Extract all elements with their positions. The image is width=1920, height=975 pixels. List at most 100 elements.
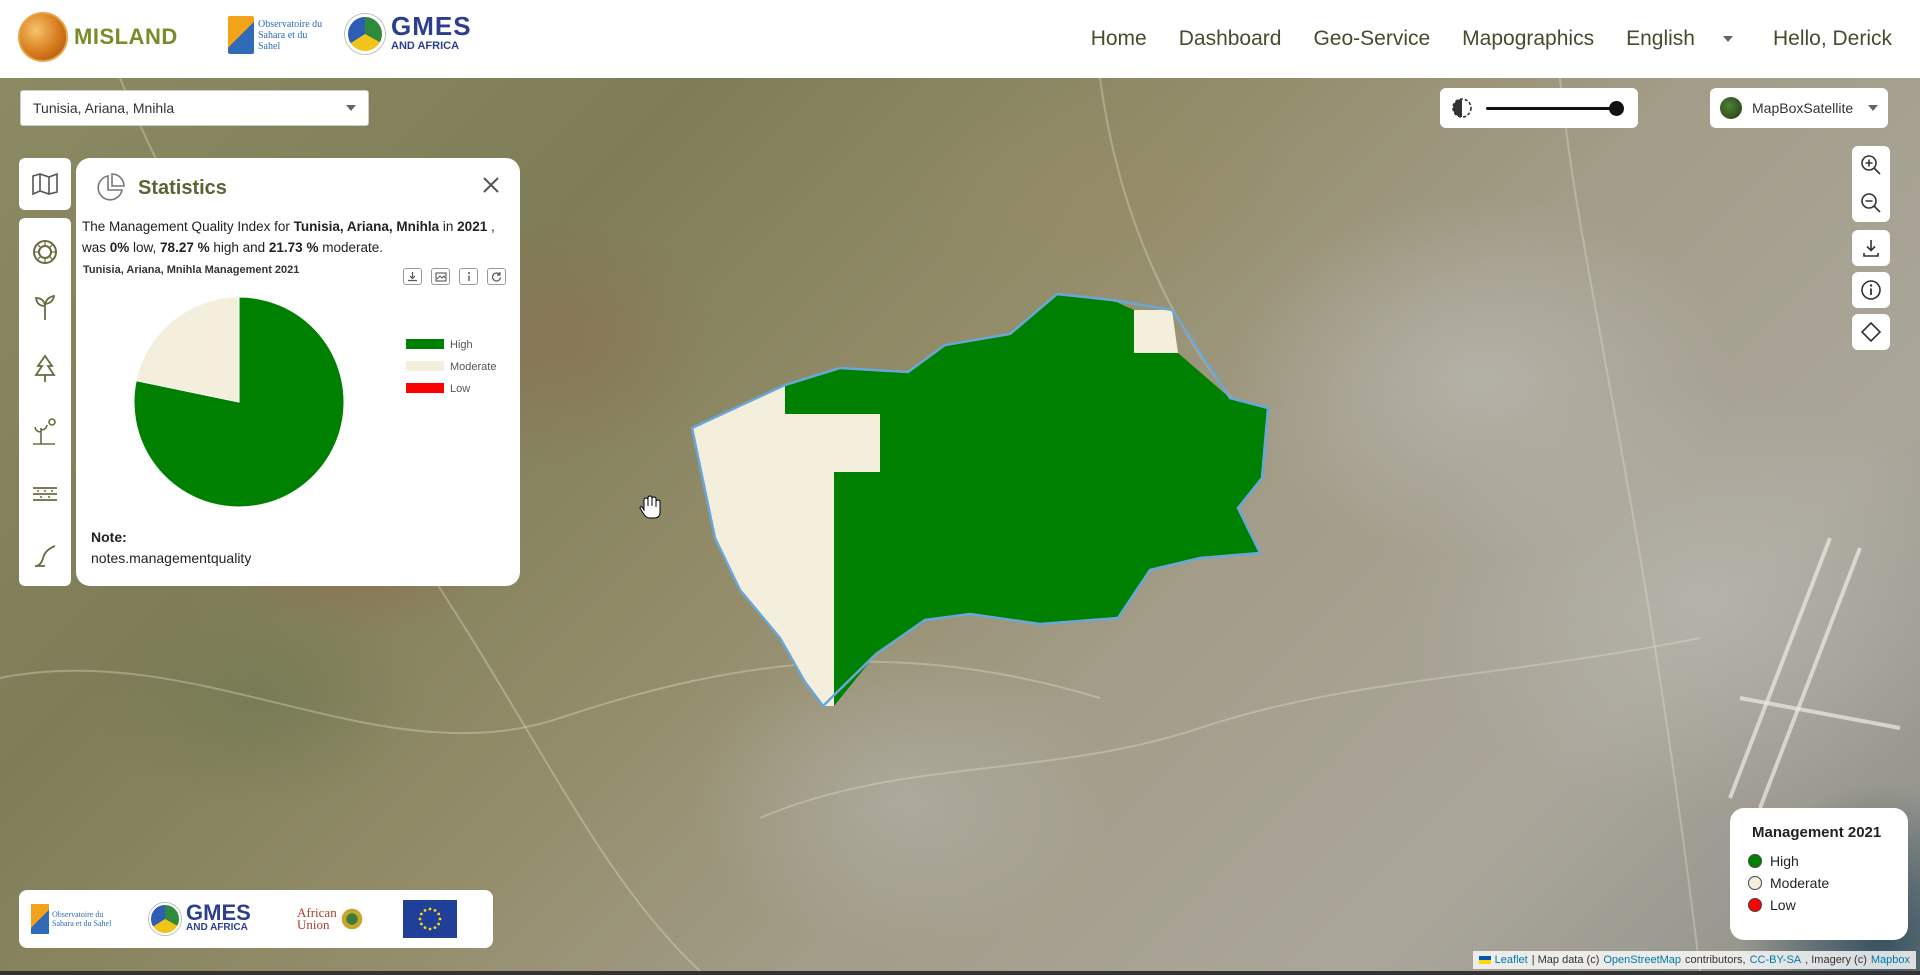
tree-icon <box>34 354 56 383</box>
vegetation-button[interactable] <box>25 276 65 338</box>
eu-star <box>437 922 441 926</box>
zoom-in-button[interactable] <box>1852 146 1890 184</box>
zoom-in-icon <box>1861 155 1881 175</box>
close-icon <box>483 177 499 193</box>
eu-star <box>419 922 423 926</box>
airport-runways <box>1728 537 1901 809</box>
user-greeting[interactable]: Hello, Derick <box>1757 27 1892 51</box>
eu-star <box>419 912 423 916</box>
map-layer-button[interactable] <box>25 158 65 210</box>
oss-logo-text: Observatoire du Sahara et du Sahel <box>258 18 323 52</box>
erosion-button[interactable] <box>25 524 65 586</box>
nav-home[interactable]: Home <box>1075 27 1163 51</box>
nav-dashboard[interactable]: Dashboard <box>1163 27 1298 51</box>
zoom-control <box>1852 146 1890 222</box>
chart-legend-swatch-low <box>406 383 444 393</box>
climate-button[interactable] <box>25 228 65 276</box>
osm-link[interactable]: OpenStreetMap <box>1603 954 1681 966</box>
eu-star <box>437 912 441 916</box>
refresh-icon <box>492 272 502 282</box>
note-label: Note: <box>91 529 127 545</box>
chevron-down-icon <box>1722 36 1733 42</box>
chart-legend-swatch-high <box>406 339 444 349</box>
statistics-panel: Statistics The Management Quality Index … <box>76 158 520 586</box>
region-moderate-patch[interactable] <box>1134 310 1178 353</box>
map-layers-toolbar <box>19 158 71 210</box>
chart-image-button[interactable] <box>431 268 450 285</box>
ukraine-flag-icon <box>1478 956 1491 964</box>
mapbox-link[interactable]: Mapbox <box>1871 954 1910 966</box>
weather-button[interactable] <box>25 400 65 462</box>
contrast-slider-handle[interactable] <box>1609 100 1624 116</box>
zoom-out-button[interactable] <box>1852 184 1890 222</box>
language-select[interactable]: English <box>1610 27 1749 51</box>
oss-partner-logo: Observatoire du Sahara et du Sahel <box>31 904 141 934</box>
basemap-value: MapBoxSatellite <box>1752 100 1854 116</box>
download-icon <box>408 272 417 282</box>
chart-legend-label-low[interactable]: Low <box>450 383 470 395</box>
download-map-button[interactable] <box>1852 230 1890 266</box>
main-nav: Home Dashboard Geo-Service Mapographics … <box>1075 0 1892 78</box>
eu-star <box>433 908 437 912</box>
statistics-summary: The Management Quality Index for Tunisia… <box>82 219 495 255</box>
info-icon <box>467 272 470 281</box>
info-icon <box>1861 280 1881 300</box>
map-legend: Management 2021 High Moderate Low <box>1730 808 1908 940</box>
location-select-value: Tunisia, Ariana, Mnihla <box>33 100 175 116</box>
chart-download-button[interactable] <box>403 268 422 285</box>
nav-geo-service[interactable]: Geo-Service <box>1297 27 1446 51</box>
statistics-title: Statistics <box>138 176 227 199</box>
management-region[interactable] <box>690 292 1270 708</box>
map-info-button[interactable] <box>1852 272 1890 308</box>
hand-cursor-icon <box>639 495 661 519</box>
chart-refresh-button[interactable] <box>487 268 506 285</box>
polygon-icon <box>1860 321 1882 343</box>
chart-title: Tunisia, Ariana, Mnihla Management 2021 <box>83 264 300 276</box>
legend-swatch <box>1748 876 1762 890</box>
african-union-logo: African Union <box>297 906 393 932</box>
region-high-area[interactable] <box>785 294 1268 706</box>
layers-icon <box>33 487 57 501</box>
leaflet-link[interactable]: Leaflet <box>1495 954 1528 966</box>
soil-button[interactable] <box>25 462 65 524</box>
misland-logo[interactable]: MISLAND <box>18 12 178 62</box>
oss-logo: Observatoire du Sahara et du Sahel <box>228 16 328 54</box>
map-bottom-strip <box>0 971 1920 975</box>
forest-button[interactable] <box>25 338 65 400</box>
gmes-logo-big: GMES <box>391 10 472 41</box>
sun-icon <box>33 240 57 265</box>
legend-item-low: Low <box>1748 897 1898 913</box>
gmes-partner-logo: GMES AND AFRICA <box>149 902 289 935</box>
summary-year: 2021 <box>457 219 488 234</box>
eu-stars-icon <box>418 907 442 931</box>
summary-high: 78.27 % <box>160 240 210 255</box>
map-icon <box>32 172 58 196</box>
basemap-select[interactable]: MapBoxSatellite <box>1710 88 1888 128</box>
chart-legend-label-moderate[interactable]: Moderate <box>450 361 496 373</box>
nav-mapographics[interactable]: Mapographics <box>1446 27 1610 51</box>
close-statistics-button[interactable] <box>482 176 500 199</box>
eu-star <box>428 907 432 911</box>
misland-globe-icon <box>18 12 68 62</box>
zoom-out-icon <box>1861 193 1881 213</box>
location-select[interactable]: Tunisia, Ariana, Mnihla <box>20 90 369 126</box>
contrast-slider[interactable] <box>1486 100 1624 116</box>
license-link[interactable]: CC-BY-SA <box>1750 954 1802 966</box>
eu-star <box>423 908 427 912</box>
gmes-logo: GMES AND AFRICA <box>345 10 472 54</box>
oss-mark-icon <box>31 904 49 934</box>
summary-moderate: 21.73 % <box>268 240 319 255</box>
chevron-down-icon <box>346 105 356 111</box>
indicators-toolbar <box>19 218 71 586</box>
gmes-logo-small: AND AFRICA <box>391 39 460 52</box>
eu-star <box>423 926 427 930</box>
legend-item-moderate: Moderate <box>1748 875 1898 891</box>
chart-legend-label-high[interactable]: High <box>450 339 473 351</box>
oss-mark-icon <box>228 16 254 54</box>
pie-chart-icon <box>97 173 125 201</box>
draw-polygon-button[interactable] <box>1852 314 1890 350</box>
chart-info-button[interactable] <box>459 268 478 285</box>
note-text: notes.managementquality <box>91 550 252 566</box>
image-icon <box>434 271 447 282</box>
au-emblem-icon <box>338 906 365 932</box>
